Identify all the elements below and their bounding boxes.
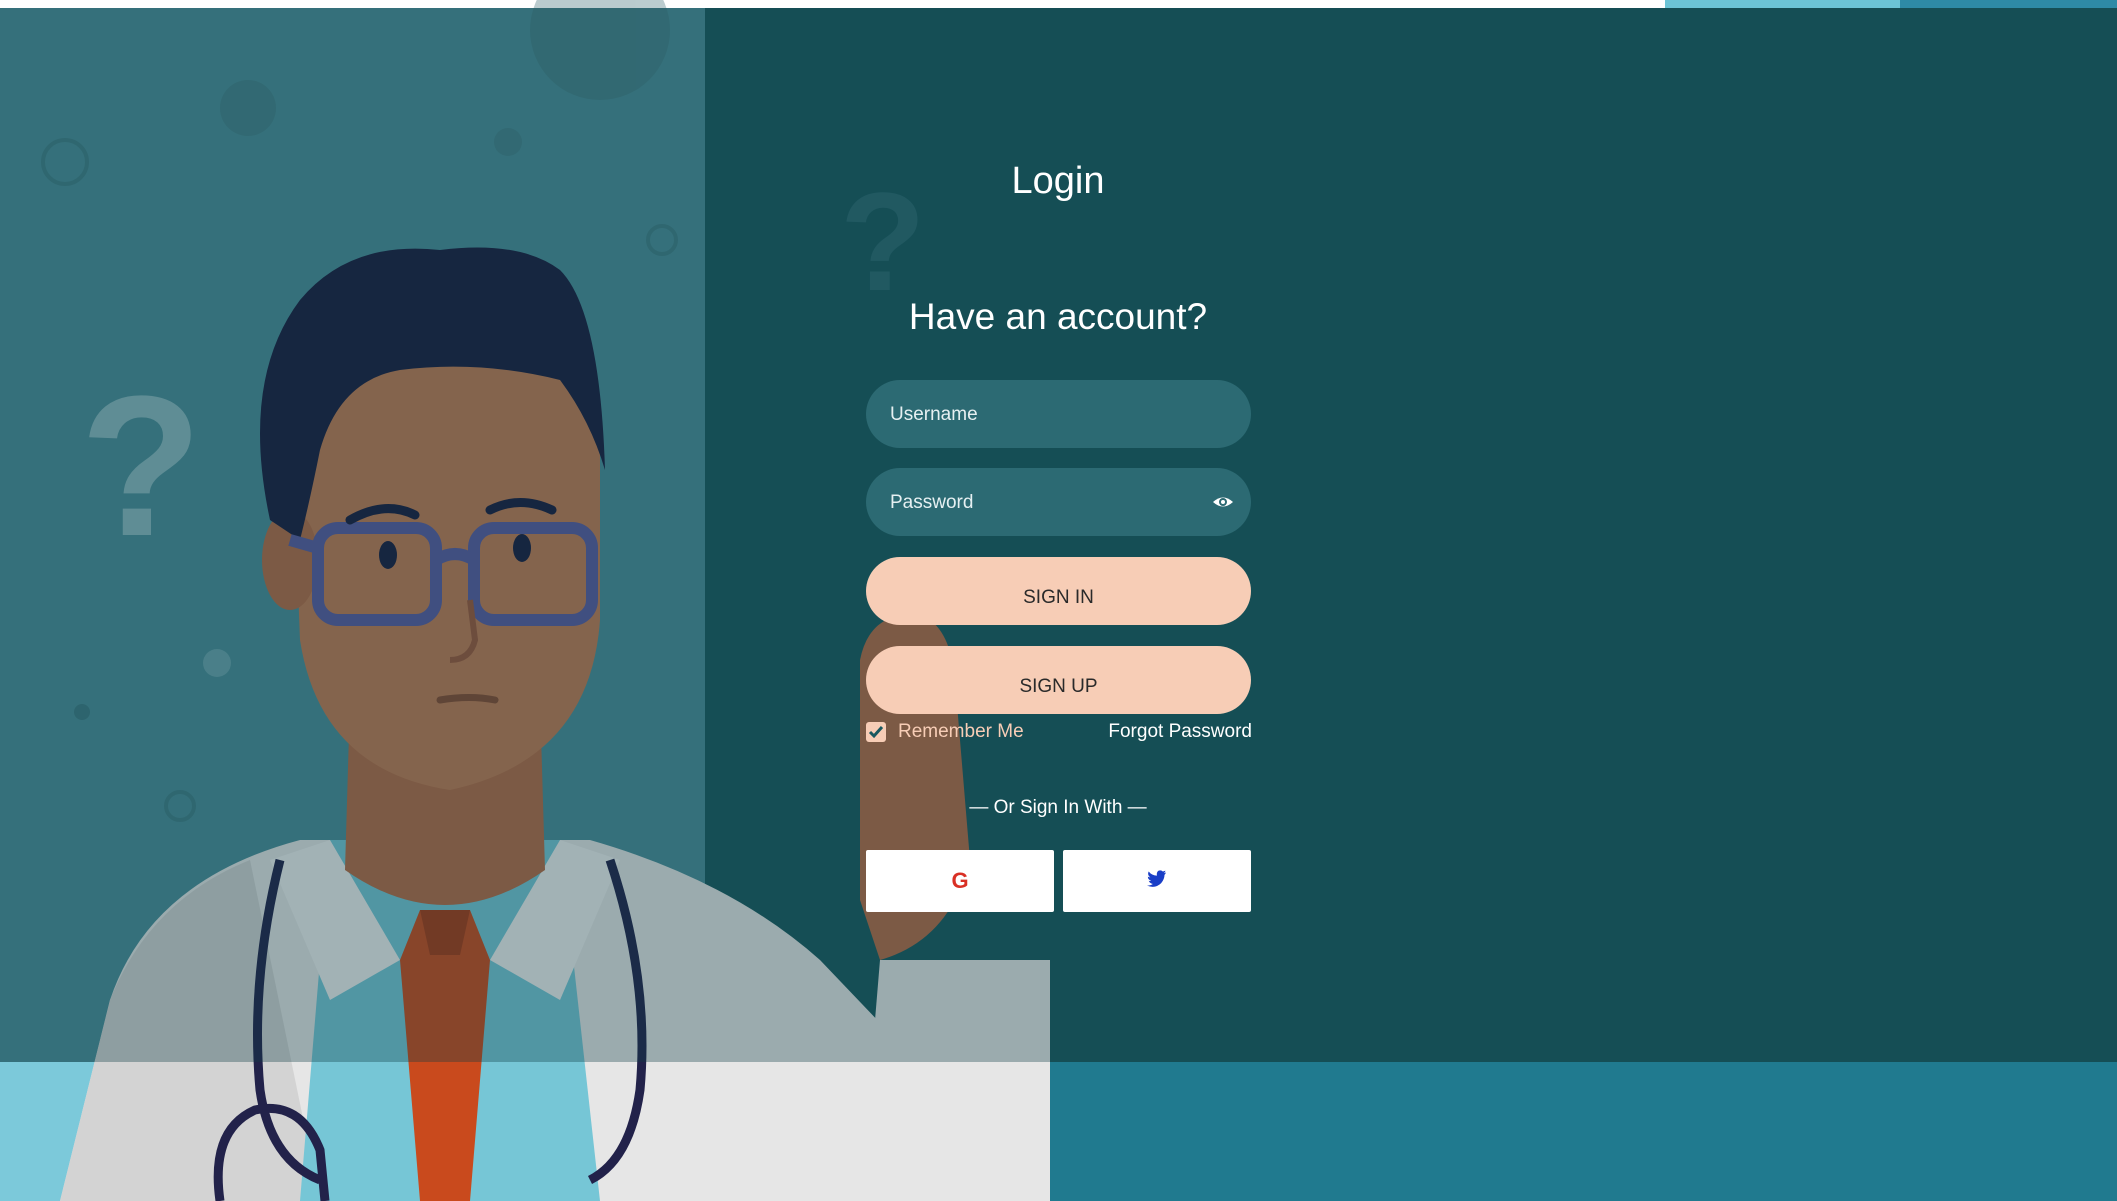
twitter-sign-in-button[interactable] <box>1063 850 1251 912</box>
password-field[interactable] <box>866 468 1251 538</box>
remember-me-label[interactable]: Remember Me <box>898 721 1024 743</box>
checkmark-icon <box>868 726 884 739</box>
password-input[interactable] <box>888 468 1192 538</box>
eye-icon[interactable] <box>1211 490 1235 514</box>
google-icon: G <box>951 868 969 893</box>
or-sign-in-with-label: — Or Sign In With — <box>969 797 1147 818</box>
google-sign-in-button[interactable]: G <box>866 850 1054 912</box>
login-subtitle: Have an account? <box>908 296 1208 337</box>
username-input[interactable] <box>888 380 1192 450</box>
remember-me-checkbox[interactable] <box>866 722 886 742</box>
sign-up-button[interactable]: SIGN UP <box>866 646 1251 714</box>
username-field[interactable] <box>866 380 1251 450</box>
sign-in-button[interactable]: SIGN IN <box>866 557 1251 625</box>
page-title: Login <box>1011 160 1105 202</box>
forgot-password-link[interactable]: Forgot Password <box>1090 721 1252 743</box>
twitter-icon <box>1147 870 1167 887</box>
